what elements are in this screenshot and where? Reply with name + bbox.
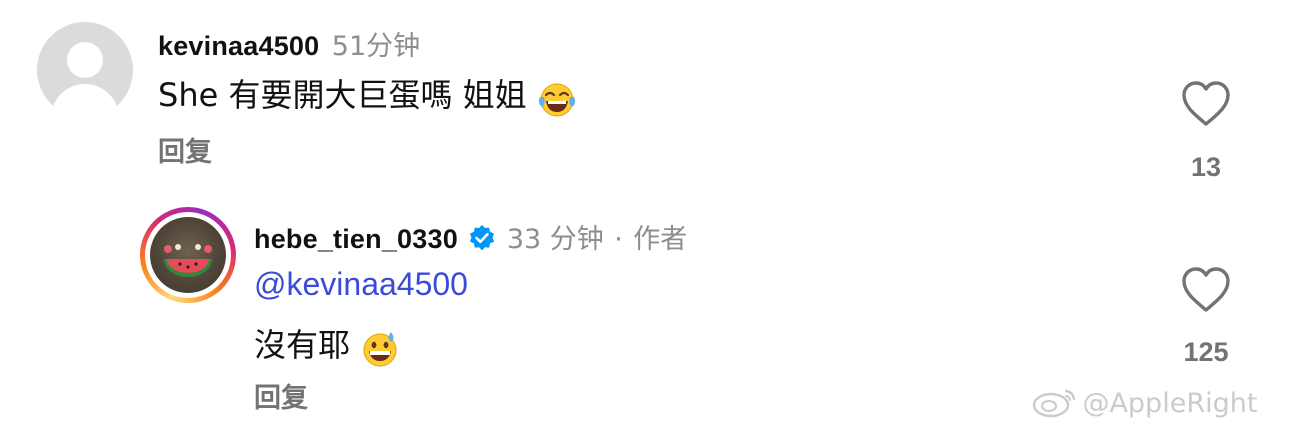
reply-text: 沒有耶 [254,326,351,364]
avatar-default[interactable] [37,22,133,118]
avatar-story-ring[interactable] [140,207,236,303]
watermark: @AppleRight [1032,386,1257,419]
meta-separator: · [614,224,623,255]
avatar-photo [150,217,226,293]
reply-button[interactable]: 回复 [254,376,308,415]
comment-header: kevinaa4500 51分钟 [158,24,420,63]
comment-time: 51分钟 [331,31,421,62]
like-count: 13 [1190,152,1222,182]
avatar-head-shape [67,42,103,78]
comment-username[interactable]: kevinaa4500 [158,31,319,61]
watermark-text: @AppleRight [1082,388,1258,419]
reply-button[interactable]: 回复 [158,130,212,169]
reply-header: hebe_tien_0330 33 分钟 · 作者 [254,217,687,256]
reply-time: 33 分钟 [506,224,604,255]
author-tag: 作者 [633,224,688,255]
watermelon-avatar-icon [164,244,212,277]
like-count: 125 [1183,337,1229,367]
weibo-logo-icon [1032,389,1076,418]
reply-body: 沒有耶 [254,320,400,369]
mention-link[interactable]: @kevinaa4500 [254,266,468,303]
avatar-body-shape [51,84,119,118]
heart-icon[interactable] [1180,266,1232,314]
heart-icon[interactable] [1180,80,1232,128]
reply-username[interactable]: hebe_tien_0330 [254,224,458,254]
grinning-sweat-emoji-icon [363,331,397,367]
comment-text: She 有要開大巨蛋嗎 姐姐 [158,76,527,114]
verified-badge-icon [470,225,495,251]
comment-body: She 有要開大巨蛋嗎 姐姐 [158,70,577,119]
tears-of-joy-emoji-icon [538,83,576,117]
